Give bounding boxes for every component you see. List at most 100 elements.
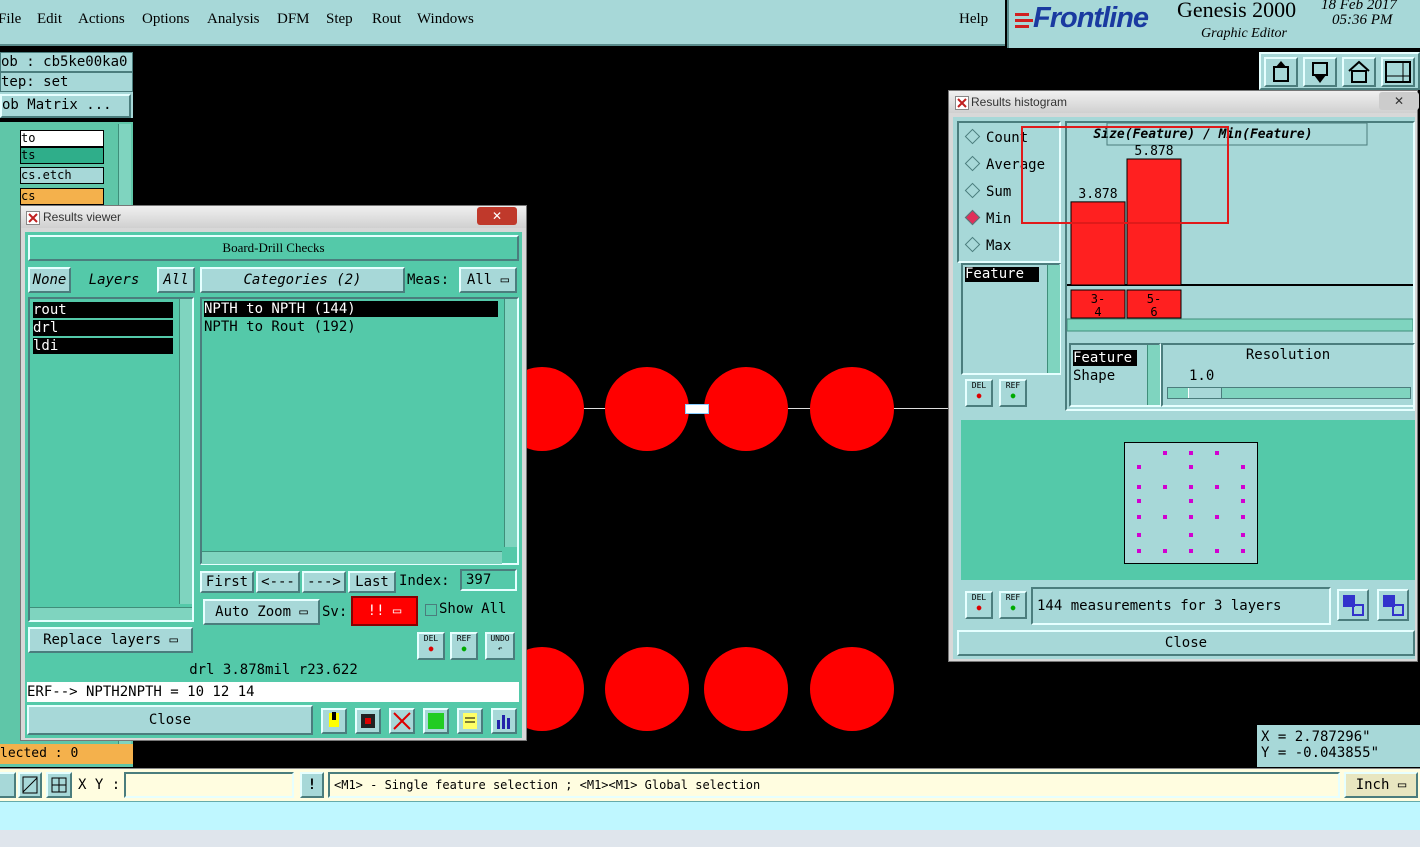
grid-tool-icon[interactable] bbox=[46, 772, 72, 798]
meas-dropdown[interactable]: All ▭ bbox=[459, 267, 517, 293]
list-item[interactable]: Feature bbox=[1073, 350, 1137, 366]
menu-analysis[interactable]: Analysis bbox=[207, 11, 260, 28]
option-count[interactable]: Count bbox=[964, 128, 1028, 146]
all-button[interactable]: All bbox=[157, 267, 195, 293]
close-button[interactable]: Close bbox=[957, 630, 1415, 656]
index-input[interactable]: 397 bbox=[460, 569, 517, 591]
menu-options[interactable]: Options bbox=[142, 11, 190, 28]
list-item[interactable]: Shape bbox=[1073, 368, 1137, 384]
menu-edit[interactable]: Edit bbox=[37, 11, 62, 28]
menu-windows[interactable]: Windows bbox=[417, 11, 474, 28]
categories-button[interactable]: Categories (2) bbox=[200, 267, 405, 293]
show-all-checkbox[interactable] bbox=[425, 604, 437, 616]
option-sum[interactable]: Sum bbox=[964, 182, 1011, 200]
undo-button[interactable]: UNDO ↶ bbox=[485, 632, 515, 660]
resolution-slider[interactable] bbox=[1167, 387, 1411, 399]
measurement-marker bbox=[1137, 515, 1141, 519]
layers-scrollbar[interactable] bbox=[179, 299, 192, 604]
feature-scrollbar[interactable] bbox=[1047, 265, 1060, 373]
drill-hole[interactable] bbox=[810, 367, 894, 451]
list-item[interactable]: NPTH to NPTH (144) bbox=[204, 301, 498, 317]
select-tool-icon[interactable] bbox=[0, 772, 16, 798]
auto-zoom-dropdown[interactable]: Auto Zoom ▭ bbox=[203, 599, 320, 625]
option-min[interactable]: Min bbox=[964, 209, 1011, 227]
categories-hscrollbar[interactable] bbox=[202, 551, 502, 564]
highlighted-measurement[interactable] bbox=[685, 404, 709, 414]
upload-icon[interactable] bbox=[1264, 57, 1298, 87]
next-button[interactable]: ---> bbox=[302, 571, 346, 593]
close-icon[interactable]: ✕ bbox=[1379, 92, 1419, 110]
slider-thumb[interactable] bbox=[1188, 388, 1222, 398]
list-item[interactable]: drl bbox=[33, 320, 173, 336]
fit-window-icon[interactable] bbox=[1381, 57, 1415, 87]
measurement-marker bbox=[1189, 533, 1193, 537]
export-icon[interactable] bbox=[355, 708, 381, 734]
first-button[interactable]: First bbox=[200, 571, 254, 593]
menu-help[interactable]: Help bbox=[959, 11, 988, 28]
drill-hole[interactable] bbox=[605, 647, 689, 731]
step-count-icon[interactable] bbox=[423, 708, 449, 734]
checks-header: Board-Drill Checks bbox=[28, 235, 519, 261]
ref-label: REF bbox=[1005, 593, 1021, 602]
ref-button[interactable]: REF ● bbox=[450, 632, 478, 660]
layer-item[interactable]: ts bbox=[20, 147, 104, 164]
list-item[interactable]: NPTH to Rout (192) bbox=[204, 319, 498, 335]
drill-hole[interactable] bbox=[704, 647, 788, 731]
zoom-preview-icon[interactable] bbox=[1337, 589, 1369, 621]
menu-step[interactable]: Step bbox=[326, 11, 353, 28]
ref-button[interactable]: REF ● bbox=[999, 591, 1027, 619]
measurement-marker bbox=[1215, 549, 1219, 553]
del-button[interactable]: DEL ● bbox=[965, 591, 993, 619]
layers-hscrollbar[interactable] bbox=[30, 607, 192, 620]
report-icon[interactable] bbox=[321, 708, 347, 734]
severity-dropdown[interactable]: !! ▭ bbox=[351, 596, 418, 626]
job-matrix-button[interactable]: ob Matrix ... bbox=[0, 94, 131, 118]
category-label: 4 bbox=[1094, 305, 1101, 319]
param-scrollbar[interactable] bbox=[1147, 345, 1160, 405]
notes-icon[interactable] bbox=[457, 708, 483, 734]
layer-item[interactable]: to bbox=[20, 130, 104, 147]
xy-input[interactable] bbox=[124, 772, 294, 798]
categories-scrollbar[interactable] bbox=[504, 299, 517, 547]
list-item[interactable]: ldi bbox=[33, 338, 173, 354]
drill-hole[interactable] bbox=[605, 367, 689, 451]
del-button[interactable]: DEL ● bbox=[965, 379, 993, 407]
option-max[interactable]: Max bbox=[964, 236, 1011, 254]
categories-list: NPTH to NPTH (144) NPTH to Rout (192) bbox=[200, 297, 519, 565]
snap-tool-icon[interactable] bbox=[18, 772, 42, 798]
ref-button[interactable]: REF ● bbox=[999, 379, 1027, 407]
layer-item[interactable]: cs bbox=[20, 188, 104, 205]
close-icon[interactable]: ✕ bbox=[477, 207, 517, 225]
drill-hole[interactable] bbox=[704, 367, 788, 451]
none-button[interactable]: None bbox=[28, 267, 71, 293]
layer-item[interactable]: cs.etch bbox=[20, 167, 104, 184]
selected-count: lected : 0 bbox=[0, 744, 133, 764]
menu-actions[interactable]: Actions bbox=[78, 11, 125, 28]
drill-hole[interactable] bbox=[810, 647, 894, 731]
last-button[interactable]: Last bbox=[348, 571, 396, 593]
menu-dfm[interactable]: DFM bbox=[277, 11, 310, 28]
board-preview[interactable] bbox=[1124, 442, 1258, 564]
alert-button[interactable]: ! bbox=[300, 772, 324, 798]
resolution-panel: Resolution 1.0 bbox=[1161, 343, 1415, 407]
close-button[interactable]: Close bbox=[27, 705, 313, 735]
replace-layers-dropdown[interactable]: Replace layers ▭ bbox=[28, 627, 193, 653]
menu-rout[interactable]: Rout bbox=[372, 11, 401, 28]
erf-remove-icon[interactable] bbox=[389, 708, 415, 734]
step-name: tep: set bbox=[0, 72, 133, 92]
list-item[interactable]: Feature bbox=[965, 267, 1039, 282]
histogram-icon[interactable] bbox=[491, 708, 517, 734]
measurement-marker bbox=[1215, 485, 1219, 489]
previous-button[interactable]: <--- bbox=[256, 571, 300, 593]
download-icon[interactable] bbox=[1303, 57, 1337, 87]
units-value: Inch bbox=[1355, 777, 1390, 793]
home-icon[interactable] bbox=[1342, 57, 1376, 87]
locate-preview-icon[interactable] bbox=[1377, 589, 1409, 621]
list-item[interactable]: rout bbox=[33, 302, 173, 318]
menu-file[interactable]: File bbox=[0, 11, 21, 28]
product-subtitle: Graphic Editor bbox=[1201, 26, 1287, 41]
units-dropdown[interactable]: Inch ▭ bbox=[1344, 772, 1418, 798]
radio-selected-icon bbox=[964, 209, 981, 226]
del-button[interactable]: DEL ● bbox=[417, 632, 445, 660]
chart-hscrollbar[interactable] bbox=[1067, 318, 1413, 332]
